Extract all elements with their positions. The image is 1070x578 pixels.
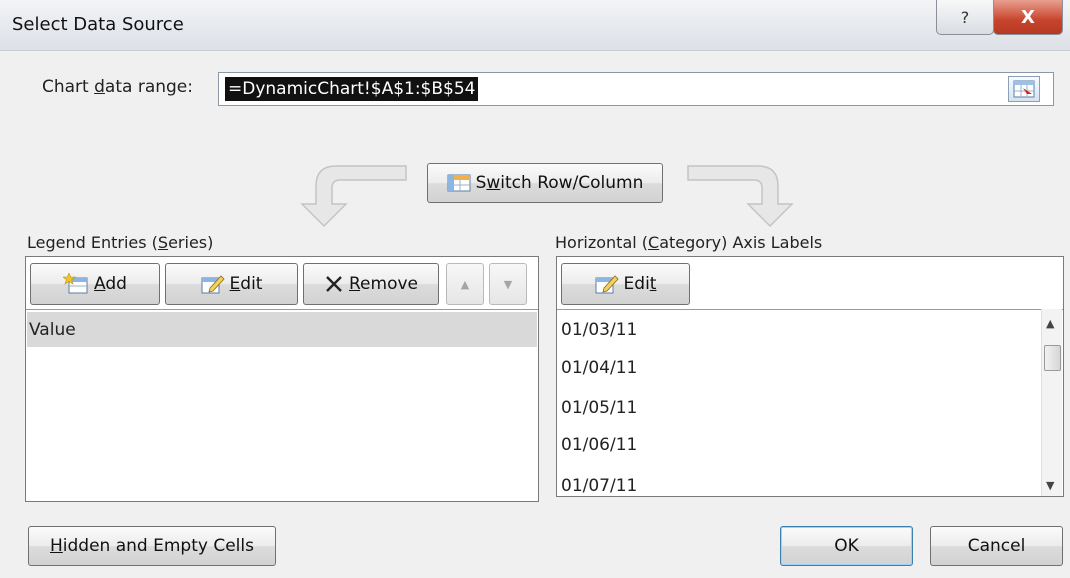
legend-entries-heading: Legend Entries (Series) <box>27 233 214 252</box>
range-selector-icon <box>1013 80 1035 98</box>
switch-row-column-icon <box>447 173 471 193</box>
switch-row-column-button[interactable]: Switch Row/Column <box>427 163 663 203</box>
add-series-button[interactable]: Add <box>30 263 160 305</box>
legend-list-item-label: Value <box>29 320 76 340</box>
edit-axis-labels-label: Edit <box>623 274 657 294</box>
axis-label-item[interactable]: 01/03/11 <box>561 320 637 340</box>
arrow-right-decoration-icon <box>687 165 794 228</box>
remove-series-label: Remove <box>348 274 418 294</box>
select-data-source-dialog: Select Data Source ? X Chart data range:… <box>0 0 1070 578</box>
move-down-arrow-icon: ▼ <box>503 277 513 291</box>
help-button[interactable]: ? <box>936 0 994 35</box>
hidden-and-empty-cells-label: Hidden and Empty Cells <box>50 536 254 556</box>
dialog-title: Select Data Source <box>12 14 184 35</box>
move-up-arrow-icon: ▲ <box>460 277 470 291</box>
axis-label-item[interactable]: 01/06/11 <box>561 435 637 455</box>
help-icon: ? <box>960 7 970 27</box>
remove-x-icon <box>324 274 344 294</box>
cancel-button[interactable]: Cancel <box>930 526 1063 566</box>
chart-data-range-value: =DynamicChart!$A$1:$B$54 <box>225 77 479 101</box>
title-bar: Select Data Source ? X <box>0 0 1070 51</box>
edit-axis-labels-button[interactable]: Edit <box>561 263 690 305</box>
add-series-icon <box>63 273 89 295</box>
chart-data-range-input[interactable]: =DynamicChart!$A$1:$B$54 <box>218 72 1054 106</box>
switch-row-column-label: Switch Row/Column <box>475 173 644 193</box>
axis-label-item[interactable]: 01/05/11 <box>561 398 637 418</box>
move-series-up-button[interactable]: ▲ <box>446 263 484 305</box>
axis-label-item[interactable]: 01/04/11 <box>561 358 637 378</box>
scroll-up-arrow-icon[interactable]: ▲ <box>1046 317 1054 330</box>
cancel-label: Cancel <box>967 536 1026 556</box>
axis-list-scrollbar[interactable]: ▲ ▼ <box>1041 309 1062 496</box>
ok-label: OK <box>834 536 859 556</box>
legend-list-item-selected[interactable] <box>27 312 537 347</box>
edit-series-icon <box>201 273 225 295</box>
chart-data-range-label: Chart data range: <box>42 77 193 97</box>
ok-button[interactable]: OK <box>780 526 913 566</box>
add-series-label: Add <box>94 274 127 294</box>
hidden-and-empty-cells-button[interactable]: Hidden and Empty Cells <box>28 526 276 566</box>
scroll-thumb[interactable] <box>1044 345 1061 371</box>
edit-series-button[interactable]: Edit <box>165 263 298 305</box>
close-icon: X <box>1021 6 1035 28</box>
remove-series-button[interactable]: Remove <box>303 263 439 305</box>
axis-label-item[interactable]: 01/07/11 <box>561 476 637 496</box>
axis-labels-heading: Horizontal (Category) Axis Labels <box>555 233 823 252</box>
edit-axis-icon <box>595 273 619 295</box>
arrow-left-decoration-icon <box>300 165 407 228</box>
collapse-dialog-button[interactable] <box>1008 76 1040 102</box>
scroll-down-arrow-icon[interactable]: ▼ <box>1046 479 1054 492</box>
edit-series-label: Edit <box>229 274 263 294</box>
move-series-down-button[interactable]: ▼ <box>489 263 527 305</box>
close-button[interactable]: X <box>993 0 1063 35</box>
